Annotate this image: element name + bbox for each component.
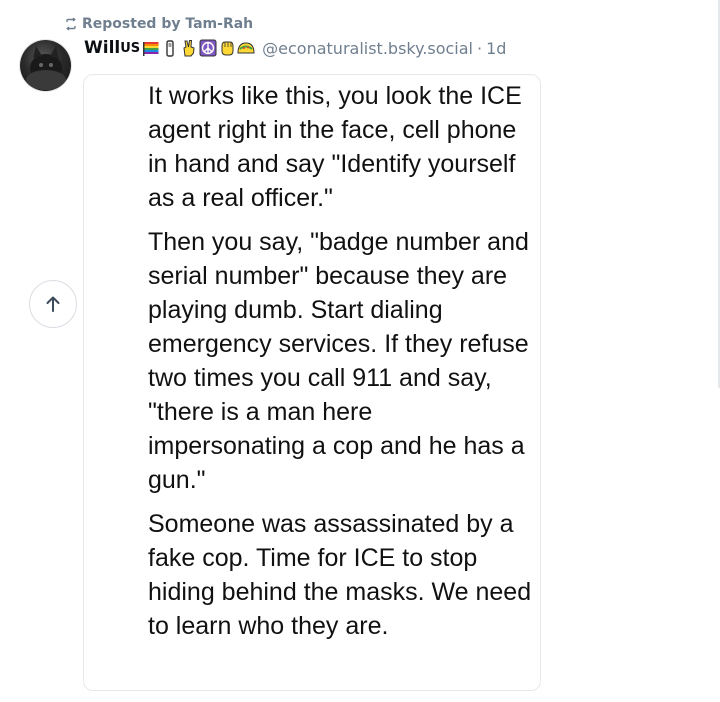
rainbow-flag-icon (142, 39, 160, 57)
post-image-text: It works like this, you look the ICE age… (148, 79, 533, 653)
peace-hand-icon (180, 39, 198, 57)
separator: · (477, 38, 483, 58)
repost-icon (66, 17, 76, 31)
post-header: Will US @econaturalist.bsky.social · 1d (84, 36, 506, 60)
author-handle[interactable]: @econaturalist.bsky.social (262, 39, 473, 58)
post-paragraph: Someone was assassinated by a fake cop. … (148, 510, 532, 640)
avatar[interactable] (20, 40, 71, 91)
taco-icon (237, 39, 255, 57)
post-paragraph: Then you say, "badge number and serial n… (148, 228, 529, 494)
author-name[interactable]: Will (84, 38, 120, 58)
author-name-suffix[interactable]: US (120, 41, 140, 56)
peace-symbol-icon (199, 39, 217, 57)
vape-icon (161, 39, 179, 57)
avatar-image (26, 46, 66, 90)
post-image[interactable]: It works like this, you look the ICE age… (83, 74, 541, 691)
repost-indicator[interactable]: Reposted by Tam-Rah (64, 14, 253, 34)
arrow-up-icon (46, 296, 60, 312)
raised-fist-icon (218, 39, 236, 57)
post-paragraph: It works like this, you look the ICE age… (148, 82, 522, 212)
post-timestamp[interactable]: 1d (486, 39, 506, 58)
scroll-to-top-button[interactable] (29, 280, 77, 328)
repost-label: Reposted by Tam-Rah (82, 16, 254, 32)
